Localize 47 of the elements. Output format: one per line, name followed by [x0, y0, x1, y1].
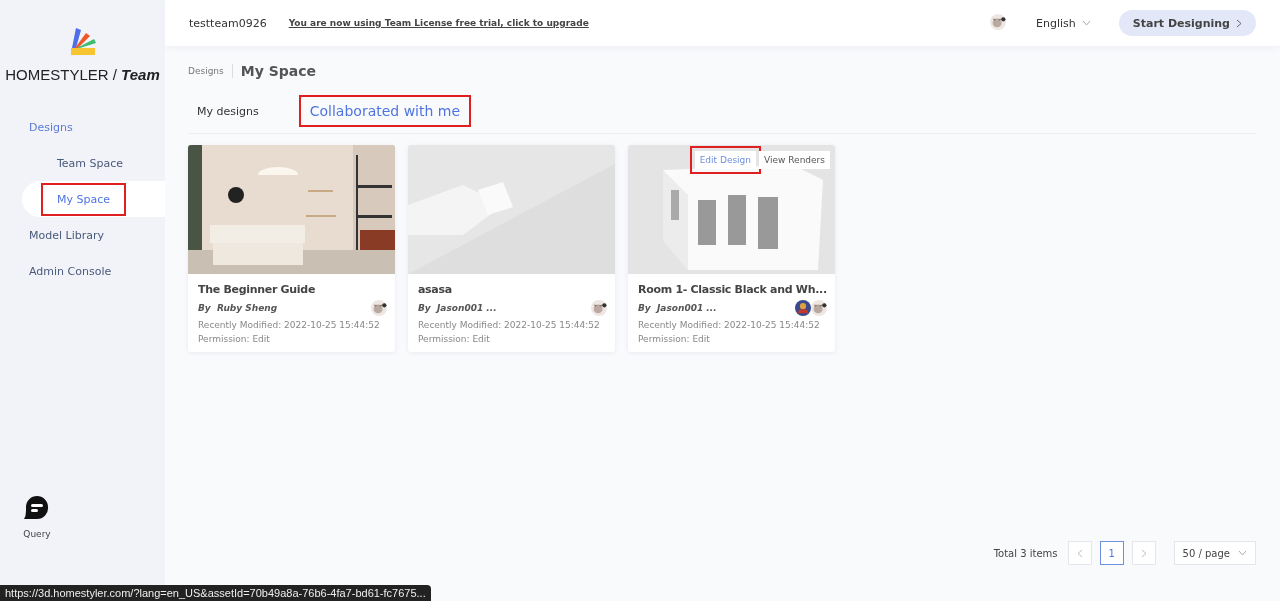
avatar-icon [795, 300, 811, 316]
brand-name: HOMESTYLER / Team [5, 66, 160, 83]
nav-item[interactable]: Model Library [22, 217, 165, 253]
page-title: My Space [240, 63, 317, 79]
modified-date: Recently Modified: 2022-10-25 15:44:52 [198, 320, 381, 330]
author-label: By Ruby Sheng [198, 303, 278, 313]
design-card[interactable]: Edit Design View Renders Room 1- Classic Black and Wh... By Jason001 ... Recently Modified: 2022-10-25 15:44:52 Permission: Edit [628, 145, 835, 352]
permission-label: Permission: Edit [418, 334, 491, 344]
chevron-down-icon [1238, 550, 1247, 556]
card-title: asasa [418, 283, 453, 296]
page-button[interactable]: 1 [1099, 541, 1124, 565]
status-url: https://3d.homestyler.com/?lang=en_US&assetId=70b49a8a-76b6-4fa7-bd61-fc7675... [0, 585, 431, 601]
card-action-button[interactable]: View Renders [759, 151, 830, 169]
chevron-right-icon [1236, 18, 1242, 28]
permission-label: Permission: Edit [198, 334, 271, 344]
design-card[interactable]: The Beginner Guide By Ruby Sheng Recently Modified: 2022-10-25 15:44:52 Permission: Edit [188, 145, 395, 352]
upgrade-link[interactable]: You are now using Team License free trial, click to upgrade [288, 18, 589, 28]
nav-item[interactable]: Designs [22, 109, 165, 145]
chevron-right-icon [1140, 548, 1147, 558]
start-designing-button[interactable]: Start Designing [1118, 10, 1256, 36]
author-label: By Jason001 ... [418, 303, 497, 313]
query-label: Query [23, 529, 51, 539]
nav-item[interactable]: Team Space [22, 145, 165, 181]
nav-item[interactable]: My Space [22, 181, 165, 217]
next-page-button[interactable] [1131, 541, 1156, 565]
nav-item[interactable]: Admin Console [22, 253, 165, 289]
avatar-icon [990, 14, 1007, 30]
chevron-left-icon [1076, 548, 1083, 558]
breadcrumb-link[interactable]: Designs [188, 66, 224, 76]
author-label: By Jason001 ... [638, 303, 717, 313]
card-title: Room 1- Classic Black and Wh... [638, 283, 827, 296]
card-title: The Beginner Guide [198, 283, 317, 296]
tab[interactable]: My designs [188, 98, 268, 124]
permission-label: Permission: Edit [638, 334, 711, 344]
avatar-icon [811, 300, 827, 316]
avatar-icon [591, 300, 607, 316]
modified-date: Recently Modified: 2022-10-25 15:44:52 [638, 320, 821, 330]
tab[interactable]: Collaborated with me [300, 97, 470, 125]
avatar-icon [371, 300, 387, 316]
prev-page-button[interactable] [1067, 541, 1092, 565]
modified-date: Recently Modified: 2022-10-25 15:44:52 [418, 320, 601, 330]
team-name: testteam0926 [189, 16, 267, 30]
language-dropdown[interactable]: English [1030, 15, 1097, 31]
page-size-dropdown[interactable]: 50 / page [1173, 541, 1256, 565]
design-card[interactable]: asasa By Jason001 ... Recently Modified: 2022-10-25 15:44:52 Permission: Edit [408, 145, 615, 352]
total-count: Total 3 items [993, 547, 1058, 559]
chevron-down-icon [1081, 20, 1091, 26]
